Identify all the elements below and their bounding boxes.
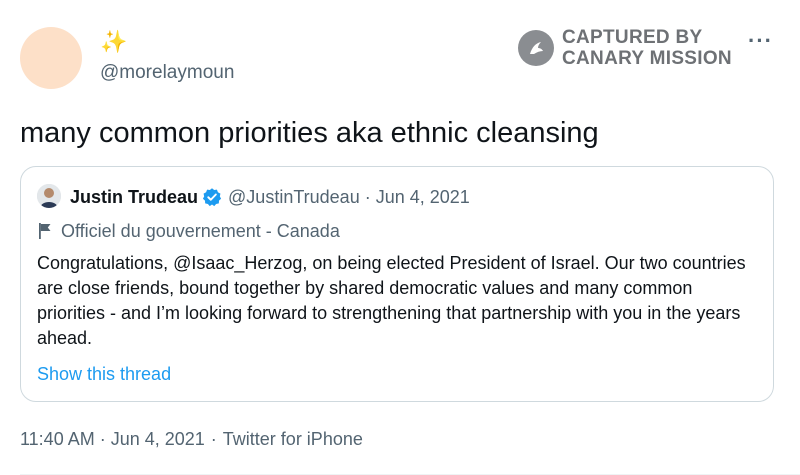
quoted-display-name: Justin Trudeau [70, 187, 199, 207]
avatar[interactable] [20, 27, 82, 89]
separator-dot: · [364, 187, 371, 207]
canary-mission-watermark: CAPTURED BY CANARY MISSION [518, 27, 732, 69]
watermark-line-1: CAPTURED BY [562, 27, 703, 48]
quoted-body-text: Congratulations, @Isaac_Herzog, on being… [37, 253, 746, 348]
quoted-handle: @JustinTrudeau [228, 187, 360, 207]
timestamp-link[interactable]: 11:40 AM · Jun 4, 2021 [20, 427, 205, 451]
more-horizontal-icon: ··· [748, 28, 773, 53]
quoted-body: Congratulations, @Isaac_Herzog, on being… [37, 251, 761, 351]
tweet-text: many common priorities aka ethnic cleans… [20, 117, 599, 149]
flag-icon [39, 223, 51, 239]
verified-badge-icon [202, 187, 222, 207]
watermark-line-2: CANARY MISSION [562, 48, 732, 69]
separator-dot: · [210, 429, 217, 449]
more-options-button[interactable]: ··· [748, 30, 773, 52]
show-thread-link[interactable]: Show this thread [37, 362, 171, 386]
quoted-header: Justin Trudeau @JustinTrudeau · Jun 4, 2… [70, 185, 470, 209]
government-label: Officiel du gouvernement - Canada [37, 219, 340, 243]
user-handle[interactable]: @morelaymoun [100, 61, 234, 85]
tweet-source: Twitter for iPhone [222, 429, 363, 449]
government-label-text: Officiel du gouvernement - Canada [61, 221, 340, 241]
quoted-tweet-card[interactable]: Justin Trudeau @JustinTrudeau · Jun 4, 2… [20, 166, 774, 402]
quoted-avatar [37, 184, 61, 208]
tweet-metadata: 11:40 AM · Jun 4, 2021 · Twitter for iPh… [20, 427, 363, 451]
bird-logo-icon [518, 30, 554, 66]
quoted-date: Jun 4, 2021 [375, 187, 470, 207]
display-name[interactable]: ✨ [100, 28, 127, 56]
